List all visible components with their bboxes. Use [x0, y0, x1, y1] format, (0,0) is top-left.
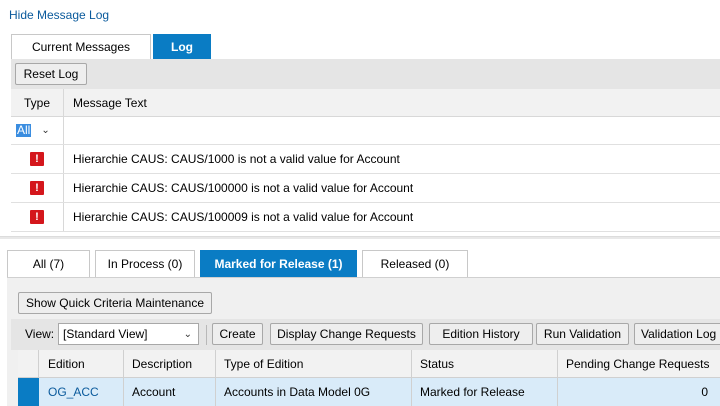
hide-message-log-link[interactable]: Hide Message Log: [9, 8, 109, 22]
reset-log-button[interactable]: Reset Log: [15, 63, 87, 85]
editions-table: Edition Description Type of Edition Stat…: [18, 350, 720, 406]
log-filter-row: All ⌄: [11, 117, 720, 145]
status-tabs: All (7) In Process (0) Marked for Releas…: [7, 250, 473, 277]
message-text: Hierarchie CAUS: CAUS/100000 is not a va…: [73, 181, 414, 195]
table-row[interactable]: OG_ACC Account Accounts in Data Model 0G…: [18, 378, 720, 406]
description-cell: Account: [124, 378, 216, 406]
tab-in-process[interactable]: In Process (0): [95, 250, 195, 277]
message-log-tabs: Current Messages Log: [11, 34, 211, 59]
log-row[interactable]: ! Hierarchie CAUS: CAUS/100000 is not a …: [11, 174, 720, 203]
view-label: View:: [25, 327, 55, 341]
message-text: Hierarchie CAUS: CAUS/100009 is not a va…: [73, 210, 414, 224]
error-icon: !: [30, 210, 44, 224]
message-filter-cell[interactable]: [64, 117, 720, 144]
type-cell: !: [11, 203, 64, 231]
edition-link[interactable]: OG_ACC: [48, 385, 99, 399]
column-header-type-of-edition[interactable]: Type of Edition: [216, 350, 412, 377]
view-select[interactable]: [Standard View] ⌄: [58, 323, 199, 345]
run-validation-button[interactable]: Run Validation: [536, 323, 629, 345]
log-row[interactable]: ! Hierarchie CAUS: CAUS/100009 is not a …: [11, 203, 720, 232]
log-header-row: Type Message Text: [11, 89, 720, 117]
log-row[interactable]: ! Hierarchie CAUS: CAUS/1000 is not a va…: [11, 145, 720, 174]
splitter[interactable]: [0, 236, 720, 239]
message-log-table: Type Message Text All ⌄ ! Hierarchie CAU…: [11, 89, 720, 232]
toolbar-separator: [206, 325, 207, 345]
message-text: Hierarchie CAUS: CAUS/1000 is not a vali…: [73, 152, 400, 166]
tab-current-messages[interactable]: Current Messages: [11, 34, 151, 59]
column-header-type[interactable]: Type: [11, 89, 64, 116]
type-filter-select[interactable]: All ⌄: [16, 124, 50, 137]
error-icon: !: [30, 152, 44, 166]
edition-history-button[interactable]: Edition History: [429, 323, 533, 345]
create-button[interactable]: Create: [212, 323, 263, 345]
column-header-pending-change-requests[interactable]: Pending Change Requests: [558, 350, 720, 377]
editions-toolbar: View: [Standard View] ⌄ Create Display C…: [11, 319, 720, 350]
row-selector[interactable]: [18, 378, 39, 406]
column-header-status[interactable]: Status: [412, 350, 558, 377]
tab-released[interactable]: Released (0): [362, 250, 468, 277]
tab-log[interactable]: Log: [153, 34, 211, 59]
type-cell: !: [11, 174, 64, 202]
column-header-message-text[interactable]: Message Text: [64, 89, 720, 116]
status-cell: Marked for Release: [412, 378, 558, 406]
type-filter-cell: All ⌄: [11, 117, 64, 144]
type-filter-value: All: [16, 123, 32, 137]
show-quick-criteria-button[interactable]: Show Quick Criteria Maintenance: [18, 292, 212, 314]
view-select-value: [Standard View]: [63, 327, 148, 341]
chevron-down-icon: ⌄: [183, 328, 192, 340]
pending-change-requests-cell: 0: [701, 385, 708, 399]
column-header-edition[interactable]: Edition: [40, 350, 124, 377]
select-all-cell[interactable]: [18, 350, 39, 377]
display-change-requests-button[interactable]: Display Change Requests: [270, 323, 423, 345]
table-header-row: Edition Description Type of Edition Stat…: [18, 350, 720, 378]
error-icon: !: [30, 181, 44, 195]
log-toolbar: Reset Log: [11, 59, 720, 89]
type-of-edition-cell: Accounts in Data Model 0G: [216, 378, 412, 406]
chevron-down-icon: ⌄: [41, 125, 50, 136]
validation-log-button[interactable]: Validation Log: [634, 323, 720, 345]
tab-marked-for-release[interactable]: Marked for Release (1): [200, 250, 357, 277]
column-header-description[interactable]: Description: [124, 350, 216, 377]
edition-cell: OG_ACC: [40, 378, 124, 406]
tab-all[interactable]: All (7): [7, 250, 90, 277]
type-cell: !: [11, 145, 64, 173]
